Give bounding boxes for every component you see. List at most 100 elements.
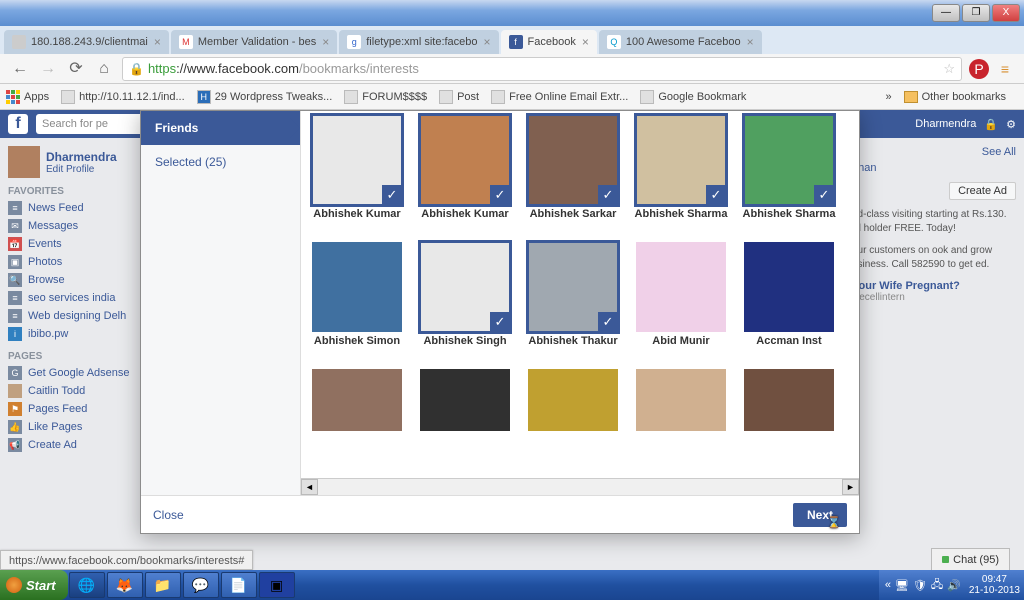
browser-tab[interactable]: Q100 Awesome Faceboo× <box>599 30 762 54</box>
tab-close-icon[interactable]: × <box>154 35 161 49</box>
friend-card[interactable]: ✓Abhishek Sarkar <box>525 115 621 234</box>
friend-thumb[interactable]: ✓ <box>744 115 834 205</box>
browser-tab[interactable]: 180.188.243.9/clientmai× <box>4 30 169 54</box>
scroll-left-button[interactable]: ◄ <box>301 479 318 495</box>
bookmark-label: Other bookmarks <box>922 91 1006 103</box>
friend-selector-modal: Friends Selected (25) Choudhary Jaiswal … <box>140 110 860 534</box>
tab-label: filetype:xml site:facebo <box>366 36 477 48</box>
pinterest-extension-icon[interactable]: P <box>969 59 989 79</box>
modal-overlay: Friends Selected (25) Choudhary Jaiswal … <box>0 110 1024 570</box>
window-titlebar: — ❐ X <box>0 0 1024 26</box>
reload-button[interactable]: ⟳ <box>64 57 88 81</box>
friend-thumb[interactable]: ✓ <box>420 242 510 332</box>
page-icon <box>491 90 505 104</box>
bookmark-item[interactable]: http://10.11.12.1/ind... <box>61 90 185 104</box>
chrome-menu-icon[interactable]: ≡ <box>995 59 1015 79</box>
browser-tab[interactable]: g filetype:xml site:facebo × <box>339 30 498 54</box>
apps-grid-icon <box>6 90 20 104</box>
friend-card[interactable]: ✓ Abhishek Kumar <box>417 115 513 234</box>
tray-icon[interactable]: 🖥 <box>895 579 909 592</box>
friend-thumb[interactable] <box>528 369 618 431</box>
friend-card[interactable] <box>417 369 513 431</box>
browser-tab[interactable]: MMember Validation - bes× <box>171 30 337 54</box>
friend-card[interactable]: ✓Abhishek Singh <box>417 242 513 361</box>
minimize-button[interactable]: — <box>932 4 960 22</box>
close-link[interactable]: Close <box>153 508 184 522</box>
friend-thumb[interactable]: ✓ <box>420 115 510 205</box>
friend-card[interactable]: ✓Abhishek Sharma <box>633 115 729 234</box>
start-button[interactable]: Start <box>0 570 68 600</box>
taskbar-notepad[interactable]: 📄 <box>221 572 257 598</box>
bookmark-label: 29 Wordpress Tweaks... <box>215 91 333 103</box>
other-bookmarks[interactable]: Other bookmarks <box>904 91 1006 103</box>
google-favicon: g <box>347 35 361 49</box>
tray-icon[interactable]: 🛡 <box>913 579 927 592</box>
check-icon: ✓ <box>490 185 510 205</box>
forward-button[interactable]: → <box>36 57 60 81</box>
tab-label: 100 Awesome Faceboo <box>626 36 741 48</box>
friend-thumb[interactable] <box>744 242 834 332</box>
bookmark-item[interactable]: H29 Wordpress Tweaks... <box>197 90 333 104</box>
bookmark-label: Google Bookmark <box>658 91 746 103</box>
browser-tab-active[interactable]: fFacebook× <box>501 30 597 54</box>
taskbar-firefox[interactable]: 🦊 <box>107 572 143 598</box>
friend-card[interactable] <box>633 369 729 431</box>
back-button[interactable]: ← <box>8 57 32 81</box>
step-selected[interactable]: Selected (25) <box>141 145 300 179</box>
taskbar-chrome[interactable]: 🌐 <box>69 572 105 598</box>
friend-card[interactable] <box>741 369 837 431</box>
bookmark-item[interactable]: FORUM$$$$ <box>344 90 427 104</box>
taskbar-explorer[interactable]: 📁 <box>145 572 181 598</box>
friend-name: Abhishek Kumar <box>417 208 513 234</box>
clock-time: 09:47 <box>969 574 1020 585</box>
friend-thumb[interactable] <box>636 242 726 332</box>
tab-close-icon[interactable]: × <box>747 35 754 49</box>
friend-thumb[interactable]: ✓ <box>528 242 618 332</box>
friend-card[interactable]: ✓Abhishek Thakur <box>525 242 621 361</box>
friend-thumb[interactable] <box>636 369 726 431</box>
friend-card[interactable] <box>525 369 621 431</box>
step-friends[interactable]: Friends <box>141 111 300 145</box>
page-icon <box>439 90 453 104</box>
friend-thumb[interactable]: ✓ <box>636 115 726 205</box>
scroll-track[interactable] <box>318 479 842 495</box>
friend-card[interactable]: Abid Munir <box>633 242 729 361</box>
friend-card[interactable]: Accman Inst <box>741 242 837 361</box>
taskbar-clock[interactable]: 09:4721-10-2013 <box>969 574 1020 596</box>
bookmark-item[interactable]: Free Online Email Extr... <box>491 90 628 104</box>
scroll-right-button[interactable]: ► <box>842 479 859 495</box>
next-button[interactable]: Next⌛ <box>793 503 847 527</box>
tray-expand-icon[interactable]: « <box>885 579 891 591</box>
friend-thumb[interactable] <box>744 369 834 431</box>
tray-network-icon[interactable]: 🖧 <box>931 576 943 595</box>
friend-card[interactable]: Abhishek Simon <box>309 242 405 361</box>
tray-volume-icon[interactable]: 🔊 <box>947 579 961 592</box>
apps-button[interactable]: Apps <box>6 90 49 104</box>
bookmarks-overflow[interactable]: » <box>886 91 892 103</box>
close-button[interactable]: X <box>992 4 1020 22</box>
bookmark-star-icon[interactable]: ☆ <box>943 61 955 77</box>
friend-thumb[interactable] <box>312 369 402 431</box>
system-tray: « 🖥 🛡 🖧 🔊 09:4721-10-2013 <box>879 570 1024 600</box>
tab-close-icon[interactable]: × <box>484 35 491 49</box>
bookmark-item[interactable]: Google Bookmark <box>640 90 746 104</box>
lock-icon: 🔒 <box>129 62 144 76</box>
tab-close-icon[interactable]: × <box>582 35 589 49</box>
friend-thumb[interactable]: ✓ <box>312 115 402 205</box>
friend-card[interactable]: ✓Abhishek Sharma <box>741 115 837 234</box>
url-path: /bookmarks/interests <box>299 61 419 76</box>
friend-card[interactable]: ✓Abhishek Kumar <box>309 115 405 234</box>
friend-thumb[interactable] <box>420 369 510 431</box>
horizontal-scrollbar[interactable]: ◄ ► <box>301 478 859 495</box>
home-button[interactable]: ⌂ <box>92 57 116 81</box>
taskbar-app[interactable]: ▣ <box>259 572 295 598</box>
friend-thumb[interactable] <box>312 242 402 332</box>
friend-card[interactable] <box>309 369 405 431</box>
friend-thumb[interactable]: ✓ <box>528 115 618 205</box>
bookmark-item[interactable]: Post <box>439 90 479 104</box>
maximize-button[interactable]: ❐ <box>962 4 990 22</box>
address-bar[interactable]: 🔒 https://www.facebook.com/bookmarks/int… <box>122 57 962 81</box>
taskbar-gtalk[interactable]: 💬 <box>183 572 219 598</box>
tab-close-icon[interactable]: × <box>322 35 329 49</box>
page-icon <box>344 90 358 104</box>
